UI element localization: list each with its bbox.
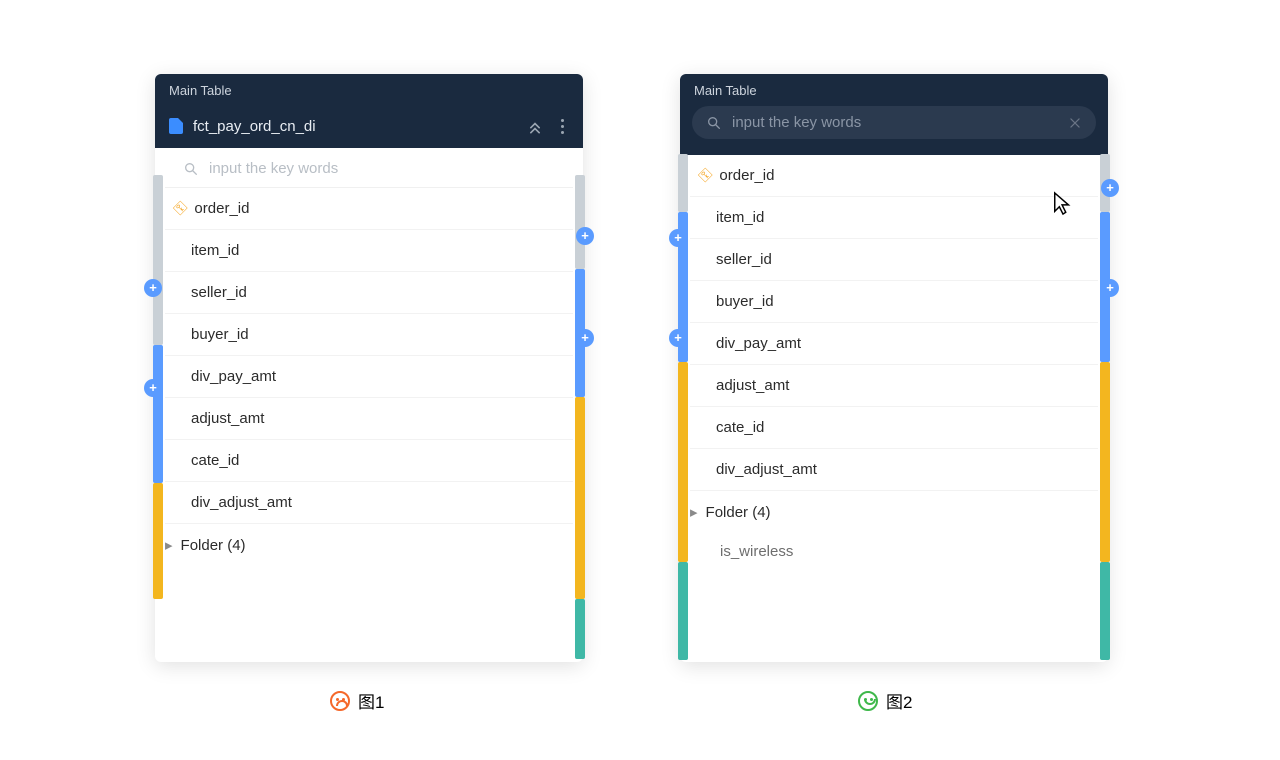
field-row[interactable]: seller_id bbox=[690, 239, 1098, 281]
folder-label: Folder (4) bbox=[706, 504, 771, 521]
add-handle[interactable]: + bbox=[576, 329, 594, 347]
table-name: fct_pay_ord_cn_di bbox=[193, 118, 515, 135]
collapse-icon[interactable] bbox=[525, 116, 545, 136]
add-handle[interactable]: + bbox=[669, 229, 687, 247]
add-handle[interactable]: + bbox=[1101, 279, 1119, 297]
panel-header: Main Table fct_pay_ord_cn_di bbox=[155, 74, 583, 148]
field-label: adjust_amt bbox=[191, 410, 264, 427]
field-row[interactable]: div_pay_amt bbox=[690, 323, 1098, 365]
field-row[interactable]: div_pay_amt bbox=[165, 356, 573, 398]
ribbon-right bbox=[1100, 362, 1110, 562]
caption-label: 图1 bbox=[358, 688, 384, 713]
file-icon bbox=[169, 118, 183, 134]
field-label: order_id bbox=[719, 167, 774, 184]
sad-face-icon bbox=[330, 691, 350, 711]
subfield-row[interactable]: is_wireless bbox=[680, 533, 1108, 572]
field-label: item_id bbox=[191, 242, 239, 259]
ribbon-left bbox=[153, 175, 163, 345]
add-handle[interactable]: + bbox=[144, 379, 162, 397]
panel-header: Main Table bbox=[680, 74, 1108, 155]
panel-title: Main Table bbox=[155, 74, 583, 106]
caption-left: 图1 bbox=[330, 688, 384, 713]
search-input[interactable] bbox=[209, 160, 555, 177]
ribbon-right bbox=[575, 397, 585, 599]
ribbon-left bbox=[678, 154, 688, 212]
field-label: seller_id bbox=[716, 251, 772, 268]
field-row[interactable]: adjust_amt bbox=[690, 365, 1098, 407]
table-header-row: fct_pay_ord_cn_di bbox=[155, 106, 583, 148]
field-label: order_id bbox=[194, 200, 249, 217]
clear-icon[interactable] bbox=[1068, 116, 1082, 130]
field-row[interactable]: div_adjust_amt bbox=[165, 482, 573, 524]
panel-left: Main Table fct_pay_ord_cn_di ⚿order_id i… bbox=[155, 74, 583, 662]
caret-right-icon: ▸ bbox=[690, 503, 698, 521]
caption-right: 图2 bbox=[858, 688, 912, 713]
field-label: buyer_id bbox=[191, 326, 249, 343]
field-row[interactable]: cate_id bbox=[165, 440, 573, 482]
ribbon-left bbox=[678, 562, 688, 660]
search-icon bbox=[183, 161, 199, 177]
field-label: item_id bbox=[716, 209, 764, 226]
more-menu-icon[interactable] bbox=[555, 116, 569, 136]
field-row[interactable]: div_adjust_amt bbox=[690, 449, 1098, 491]
folder-row[interactable]: ▸ Folder (4) bbox=[680, 491, 1108, 533]
field-label: adjust_amt bbox=[716, 377, 789, 394]
field-label: div_pay_amt bbox=[191, 368, 276, 385]
ribbon-left bbox=[678, 362, 688, 562]
search-bar bbox=[165, 148, 573, 188]
search-input[interactable] bbox=[732, 114, 1058, 131]
field-row[interactable]: seller_id bbox=[165, 272, 573, 314]
key-icon: ⚿ bbox=[696, 165, 716, 185]
field-label: seller_id bbox=[191, 284, 247, 301]
field-label: cate_id bbox=[191, 452, 239, 469]
caret-right-icon: ▸ bbox=[165, 536, 173, 554]
happy-face-icon bbox=[858, 691, 878, 711]
field-label: div_adjust_amt bbox=[191, 494, 292, 511]
caption-label: 图2 bbox=[886, 688, 912, 713]
folder-row[interactable]: ▸ Folder (4) bbox=[155, 524, 583, 566]
ribbon-right bbox=[1100, 562, 1110, 660]
field-row[interactable]: item_id bbox=[165, 230, 573, 272]
ribbon-right bbox=[575, 599, 585, 659]
field-label: div_pay_amt bbox=[716, 335, 801, 352]
add-handle[interactable]: + bbox=[576, 227, 594, 245]
field-label: is_wireless bbox=[720, 543, 793, 560]
search-bar-dark bbox=[692, 106, 1096, 139]
field-label: buyer_id bbox=[716, 293, 774, 310]
field-row[interactable]: buyer_id bbox=[165, 314, 573, 356]
panel-title: Main Table bbox=[680, 74, 1108, 106]
field-list: ⚿order_id item_id seller_id buyer_id div… bbox=[155, 188, 583, 566]
add-handle[interactable]: + bbox=[1101, 179, 1119, 197]
panel-right: Main Table ⚿order_id item_id seller_id b… bbox=[680, 74, 1108, 662]
search-icon bbox=[706, 115, 722, 131]
key-icon: ⚿ bbox=[171, 198, 191, 218]
field-row-key[interactable]: ⚿order_id bbox=[690, 155, 1098, 197]
field-row[interactable]: buyer_id bbox=[690, 281, 1098, 323]
ribbon-left bbox=[153, 345, 163, 483]
field-label: div_adjust_amt bbox=[716, 461, 817, 478]
field-row-key[interactable]: ⚿order_id bbox=[165, 188, 573, 230]
folder-label: Folder (4) bbox=[181, 537, 246, 554]
field-row[interactable]: cate_id bbox=[690, 407, 1098, 449]
field-label: cate_id bbox=[716, 419, 764, 436]
field-list: ⚿order_id item_id seller_id buyer_id div… bbox=[680, 155, 1108, 572]
add-handle[interactable]: + bbox=[669, 329, 687, 347]
field-row[interactable]: adjust_amt bbox=[165, 398, 573, 440]
field-row[interactable]: item_id bbox=[690, 197, 1098, 239]
ribbon-left bbox=[153, 483, 163, 599]
ribbon-right bbox=[575, 175, 585, 269]
add-handle[interactable]: + bbox=[144, 279, 162, 297]
